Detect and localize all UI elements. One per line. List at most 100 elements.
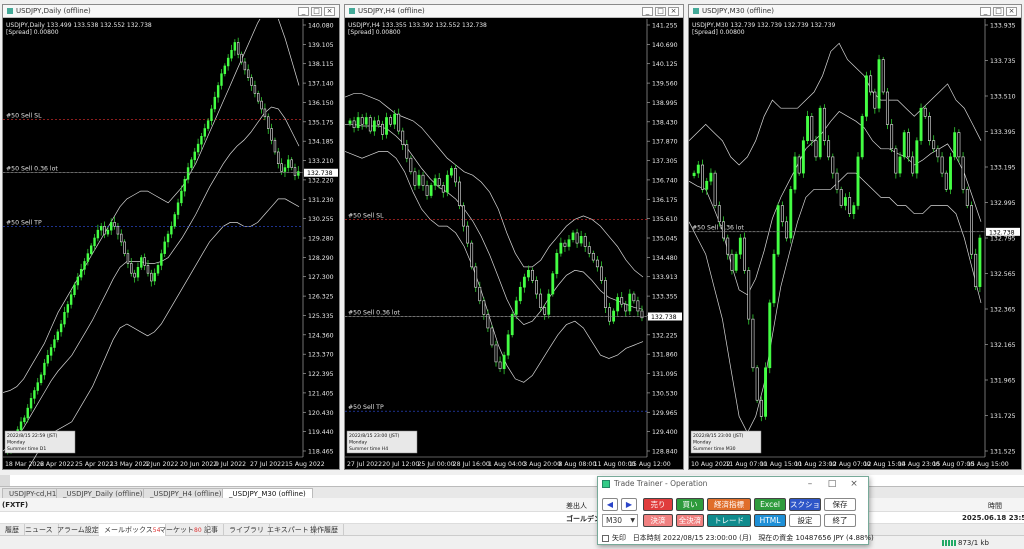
chart-window-icon [7, 8, 13, 14]
price-tick-label: 134.480 [652, 255, 678, 262]
candle-bull [210, 108, 213, 121]
exit-button[interactable]: 終了 [824, 514, 856, 527]
sell-button[interactable]: 売り [643, 498, 673, 511]
html-button[interactable]: HTML [754, 514, 786, 527]
window-titlebar[interactable]: USDJPY,Daily (offline) _ □ × [3, 5, 339, 18]
chart-window-h4[interactable]: USDJPY,H4 (offline) _ □ × 141.255 140.690… [344, 4, 684, 470]
mailbox-row[interactable]: ゴールデンウェイ・ジャパン 2025.06.18 23:58 [0, 512, 1024, 524]
candle-bear [743, 237, 746, 271]
candle-bear [785, 221, 789, 239]
price-tick-label: 136.740 [652, 177, 678, 184]
column-time[interactable]: 時間 [988, 501, 1002, 511]
maximize-icon[interactable]: □ [993, 7, 1004, 16]
maximize-icon[interactable]: □ [655, 7, 666, 16]
close-icon[interactable]: × [1006, 7, 1017, 16]
candle-bull [156, 265, 160, 274]
save-button[interactable]: 保存 [824, 498, 856, 511]
minimize-icon[interactable]: _ [980, 7, 991, 16]
close-icon[interactable]: × [668, 7, 679, 16]
candle-bear [123, 241, 126, 254]
minimize-icon[interactable]: – [800, 477, 820, 491]
candle-bull [705, 180, 709, 190]
settle-button[interactable]: 決済 [643, 514, 673, 527]
maximize-icon[interactable]: □ [822, 477, 842, 491]
price-tick-label: 133.510 [990, 94, 1016, 101]
chart-plot-area[interactable]: 140.080 139.105 138.115 137.140 136.150 135.1… [3, 19, 339, 469]
candle-bear [143, 257, 146, 266]
screenshot-button[interactable]: スクショ [789, 498, 821, 511]
candlestick-chart[interactable]: 133.935 133.735 133.510 133.395 133.195 132.9… [689, 19, 1021, 469]
prev-bar-button[interactable]: ◀ [602, 498, 618, 511]
time-tick-label: 15 Aug 12:00 [629, 461, 671, 468]
arrow-checkbox[interactable] [602, 534, 609, 542]
minimize-icon[interactable]: _ [298, 7, 309, 16]
candle-bull [223, 65, 227, 75]
candle-bull [166, 233, 170, 243]
economic-indicators-button[interactable]: 経済指標 [707, 498, 751, 511]
terminal-tab-journal[interactable]: 操作履歴 [305, 524, 344, 536]
candle-bear [730, 253, 734, 271]
candle-bull [76, 276, 80, 286]
bollinger-upper-band [3, 19, 300, 393]
price-tick-label: 135.045 [652, 236, 678, 243]
candle-bear [885, 91, 889, 125]
candle-bear [376, 120, 380, 125]
price-tick-label: 141.255 [652, 23, 678, 30]
candle-bull [59, 323, 63, 333]
trade-trainer-dialog[interactable]: Trade Trainer - Operation – □ × ◀ ▶ 売り 買… [597, 476, 874, 545]
candle-bear [906, 132, 910, 158]
terminal-tab-alerts[interactable]: アラーム設定 [52, 524, 105, 536]
price-tick-label: 131.230 [308, 197, 334, 204]
candle-bear [780, 205, 784, 223]
candle-bear [940, 156, 944, 174]
candle-bull [213, 96, 217, 110]
settle-all-button[interactable]: 全決済 [676, 514, 704, 527]
column-sender[interactable]: 差出人 [566, 501, 587, 511]
candle-bull [696, 164, 700, 174]
candlestick-chart[interactable]: 140.080 139.105 138.115 137.140 136.150 135.1… [3, 19, 339, 469]
next-bar-button[interactable]: ▶ [621, 498, 637, 511]
candle-bear [243, 61, 247, 71]
connection-bars-icon [942, 540, 956, 546]
candle-bull [445, 174, 449, 193]
timeframe-select[interactable]: M30 ▼ [602, 514, 638, 527]
chart-window-daily[interactable]: USDJPY,Daily (offline) _ □ × 140.080 139.… [2, 4, 340, 470]
chart-plot-area[interactable]: 133.935 133.735 133.510 133.395 133.195 132.9… [689, 19, 1021, 469]
candle-bull [83, 261, 86, 270]
price-tick-label: 139.560 [652, 81, 678, 88]
window-titlebar[interactable]: USDJPY,H4 (offline) _ □ × [345, 5, 683, 18]
price-tick-label: 132.565 [990, 271, 1016, 278]
chart-window-m30[interactable]: USDJPY,M30 (offline) _ □ × 133.935 133.73… [688, 4, 1022, 470]
close-icon[interactable]: × [324, 7, 335, 16]
candle-bear [713, 172, 717, 206]
candle-bull [89, 245, 93, 254]
candle-bear [130, 263, 133, 274]
price-tick-label: 133.935 [990, 23, 1016, 30]
dialog-titlebar[interactable]: Trade Trainer - Operation – □ × [598, 477, 868, 491]
candle-bull [628, 293, 632, 312]
candle-bear [722, 221, 725, 239]
settings-button[interactable]: 設定 [789, 514, 821, 527]
candle-bull [852, 205, 856, 214]
candle-bull [43, 362, 46, 376]
trade-button[interactable]: トレード [707, 514, 751, 527]
terminal-side-tab[interactable] [0, 475, 10, 486]
excel-button[interactable]: Excel [754, 498, 786, 511]
candle-bull [53, 339, 56, 348]
candle-bull [170, 225, 173, 235]
candle-bear [253, 85, 257, 94]
terminal-tab-articles[interactable]: 記事 [199, 524, 224, 536]
candle-bull [915, 140, 919, 174]
chart-plot-area[interactable]: 141.255 140.690 140.125 139.560 138.995 138.4… [345, 19, 683, 469]
candle-bear [717, 205, 721, 223]
candle-bull [66, 304, 70, 313]
price-tick-label: 129.400 [652, 429, 678, 436]
candlestick-chart[interactable]: 141.255 140.690 140.125 139.560 138.995 138.4… [345, 19, 683, 469]
price-tick-label: 125.335 [308, 313, 334, 320]
buy-button[interactable]: 買い [676, 498, 704, 511]
minimize-icon[interactable]: _ [642, 7, 653, 16]
candle-bear [535, 280, 538, 295]
maximize-icon[interactable]: □ [311, 7, 322, 16]
close-icon[interactable]: × [844, 477, 864, 491]
window-titlebar[interactable]: USDJPY,M30 (offline) _ □ × [689, 5, 1021, 18]
